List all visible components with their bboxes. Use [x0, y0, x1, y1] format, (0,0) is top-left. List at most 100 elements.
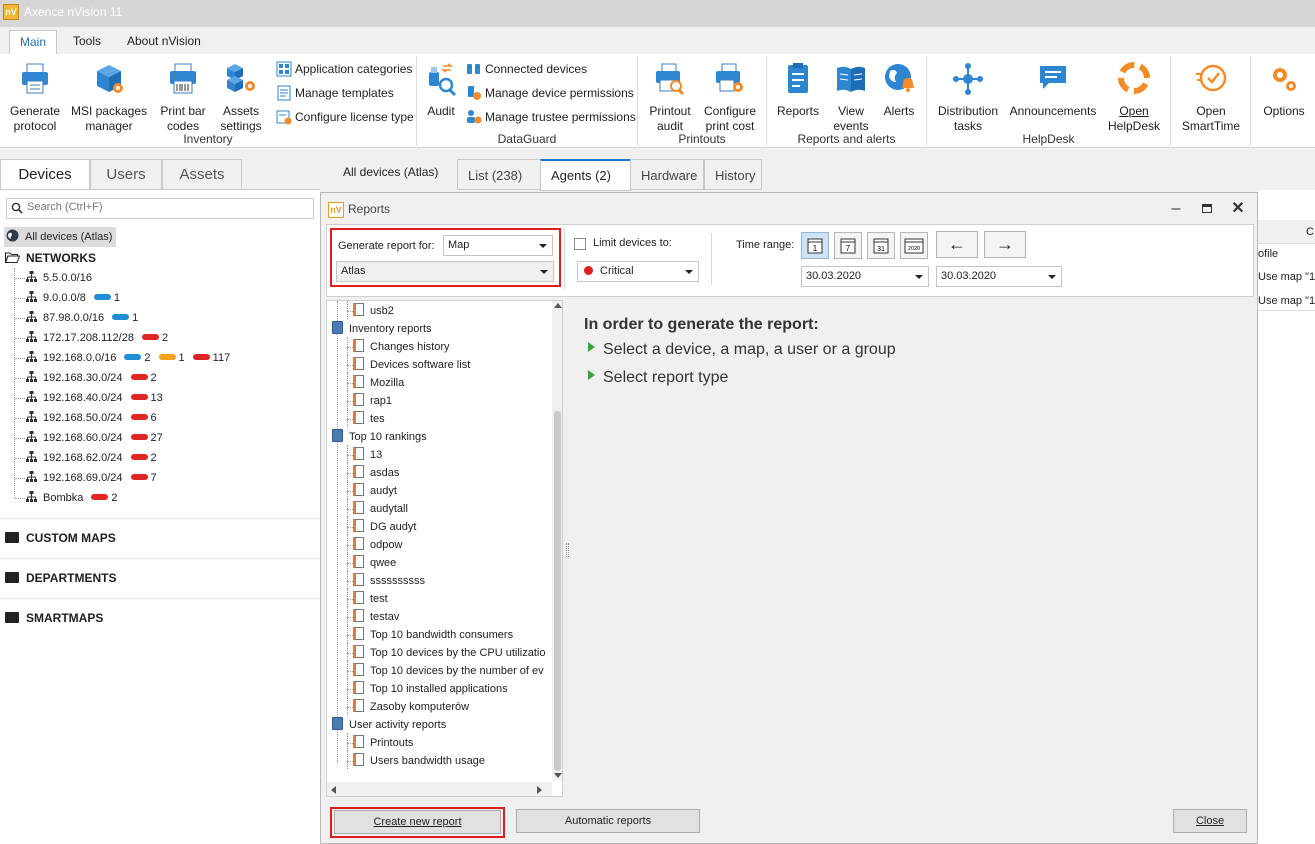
report-category[interactable]: User activity reports: [332, 716, 446, 734]
report-item[interactable]: testav: [353, 608, 399, 626]
network-item[interactable]: 192.168.62.0/24 2: [26, 448, 157, 468]
report-item[interactable]: usb2: [353, 302, 394, 320]
report-item[interactable]: Top 10 bandwidth consumers: [353, 626, 513, 644]
maximize-icon[interactable]: [1197, 199, 1217, 219]
report-item[interactable]: rap1: [353, 392, 392, 410]
network-item[interactable]: 192.168.60.0/24 27: [26, 428, 163, 448]
create-new-report-button[interactable]: Create new report: [334, 810, 501, 834]
report-category[interactable]: Inventory reports: [332, 320, 432, 338]
scroll-thumb[interactable]: [554, 411, 561, 771]
network-item[interactable]: 5.5.0.0/16: [26, 268, 92, 288]
configure-license-type-button[interactable]: Configure license type: [276, 108, 414, 126]
ribbon-tab-about[interactable]: About nVision: [117, 30, 211, 54]
ribbon-tab-tools[interactable]: Tools: [63, 30, 111, 54]
date-to-picker[interactable]: 30.03.2020: [936, 266, 1062, 287]
tab-history[interactable]: History: [704, 159, 762, 190]
network-item[interactable]: 87.98.0.0/16 1: [26, 308, 138, 328]
report-item[interactable]: odpow: [353, 536, 402, 554]
report-item[interactable]: Top 10 devices by the number of ev: [353, 662, 544, 680]
close-button[interactable]: Close: [1173, 809, 1247, 833]
report-item[interactable]: Printouts: [353, 734, 413, 752]
alerts-button[interactable]: Alerts: [878, 62, 920, 119]
network-item[interactable]: 172.17.208.112/28 2: [26, 328, 168, 348]
report-item[interactable]: DG audyt: [353, 518, 416, 536]
range-year-button[interactable]: 2020: [900, 232, 928, 259]
range-month-button[interactable]: 31: [867, 232, 895, 259]
report-item[interactable]: Users bandwidth usage: [353, 752, 485, 770]
generate-for-select[interactable]: Map: [443, 235, 553, 256]
network-item[interactable]: 192.168.40.0/24 13: [26, 388, 163, 408]
tab-devices[interactable]: Devices: [0, 159, 90, 191]
reports-button[interactable]: Reports: [774, 62, 822, 119]
scroll-right-icon[interactable]: [537, 786, 542, 794]
tab-agents[interactable]: Agents (2): [540, 159, 631, 191]
manage-trustee-permissions-button[interactable]: Manage trustee permissions: [466, 108, 636, 126]
manage-device-permissions-button[interactable]: Manage device permissions: [466, 84, 634, 102]
report-item[interactable]: Changes history: [353, 338, 450, 356]
print-barcodes-button[interactable]: Print bar codes: [154, 62, 212, 134]
ribbon-tab-main[interactable]: Main: [9, 30, 58, 54]
scroll-up-icon[interactable]: [554, 303, 562, 308]
report-item[interactable]: tes: [353, 410, 385, 428]
limit-devices-select[interactable]: Critical: [577, 261, 699, 282]
report-item[interactable]: Mozilla: [353, 374, 404, 392]
view-events-button[interactable]: View events: [828, 62, 874, 134]
report-item[interactable]: asdas: [353, 464, 399, 482]
network-item[interactable]: Bombka 2: [26, 488, 117, 508]
report-item[interactable]: ssssssssss: [353, 572, 425, 590]
next-range-button[interactable]: →: [984, 231, 1026, 258]
target-select[interactable]: Atlas: [336, 261, 554, 282]
network-item[interactable]: 192.168.0.0/16 2 1 117: [26, 348, 230, 368]
section-custom-maps[interactable]: CUSTOM MAPS: [5, 528, 116, 548]
configure-print-cost-button[interactable]: Configure print cost: [701, 62, 759, 134]
generate-protocol-button[interactable]: Generate protocol: [6, 62, 64, 134]
scroll-left-icon[interactable]: [331, 786, 336, 794]
date-from-picker[interactable]: 30.03.2020: [801, 266, 929, 287]
network-item[interactable]: 9.0.0.0/8 1: [26, 288, 120, 308]
search-box[interactable]: [6, 198, 314, 219]
printout-audit-button[interactable]: Printout audit: [643, 62, 697, 134]
tab-hardware[interactable]: Hardware: [630, 159, 704, 190]
announcements-button[interactable]: Announcements: [1008, 62, 1098, 119]
report-item[interactable]: 13: [353, 446, 382, 464]
msi-packages-manager-button[interactable]: MSI packages manager: [70, 62, 148, 134]
report-item[interactable]: qwee: [353, 554, 396, 572]
manage-templates-button[interactable]: Manage templates: [276, 84, 394, 102]
audit-button[interactable]: Audit: [422, 62, 460, 119]
splitter-handle[interactable]: [566, 543, 569, 557]
report-item[interactable]: Devices software list: [353, 356, 470, 374]
distribution-tasks-button[interactable]: Distribution tasks: [934, 62, 1002, 134]
section-smartmaps[interactable]: SMARTMAPS: [5, 608, 103, 628]
report-item[interactable]: Top 10 devices by the CPU utilizatio: [353, 644, 545, 662]
open-smarttime-button[interactable]: Open SmartTime: [1178, 62, 1244, 134]
network-item[interactable]: 192.168.50.0/24 6: [26, 408, 157, 428]
tab-assets[interactable]: Assets: [162, 159, 242, 190]
close-icon[interactable]: ✕: [1228, 199, 1248, 219]
report-item[interactable]: Top 10 installed applications: [353, 680, 508, 698]
report-item[interactable]: Zasoby komputerów: [353, 698, 469, 716]
report-item[interactable]: audytall: [353, 500, 408, 518]
options-button[interactable]: Options: [1258, 62, 1310, 119]
automatic-reports-button[interactable]: Automatic reports: [516, 809, 700, 833]
application-categories-button[interactable]: Application categories: [276, 60, 412, 78]
search-input[interactable]: [25, 200, 305, 214]
previous-range-button[interactable]: ←: [936, 231, 978, 258]
tree-root-all-devices[interactable]: All devices (Atlas): [4, 227, 117, 247]
report-item[interactable]: audyt: [353, 482, 397, 500]
tab-users[interactable]: Users: [90, 159, 162, 190]
assets-settings-button[interactable]: Assets settings: [216, 62, 266, 134]
network-item[interactable]: 192.168.69.0/24 7: [26, 468, 157, 488]
horizontal-scrollbar[interactable]: [327, 782, 552, 796]
network-item[interactable]: 192.168.30.0/24 2: [26, 368, 157, 388]
tab-list[interactable]: List (238): [457, 159, 541, 190]
section-departments[interactable]: DEPARTMENTS: [5, 568, 116, 588]
report-category[interactable]: Top 10 rankings: [332, 428, 427, 446]
connected-devices-button[interactable]: Connected devices: [466, 60, 587, 78]
range-week-button[interactable]: 7: [834, 232, 862, 259]
open-helpdesk-button[interactable]: Open HelpDesk: [1104, 62, 1164, 134]
tree-networks-header[interactable]: NETWORKS: [4, 248, 96, 268]
limit-devices-checkbox[interactable]: [574, 238, 586, 250]
range-day-button[interactable]: 1: [801, 232, 829, 259]
report-item[interactable]: test: [353, 590, 388, 608]
scroll-down-icon[interactable]: [554, 773, 562, 778]
